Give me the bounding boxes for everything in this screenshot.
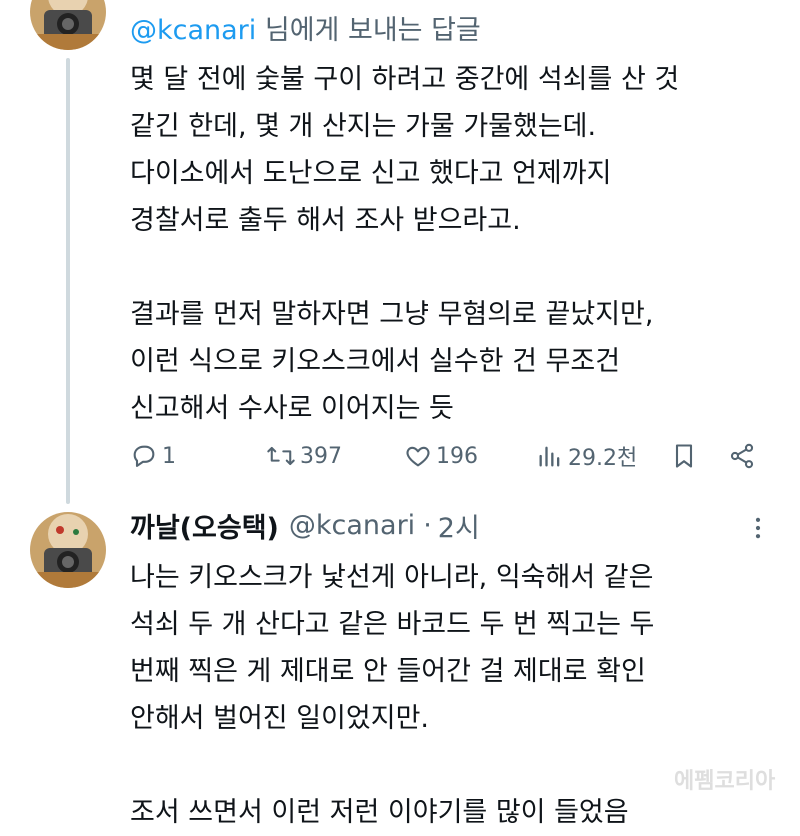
tweet-header: 까날(오승택) @kcanari · 2시 [130, 506, 480, 545]
retweet-count: 397 [300, 443, 342, 469]
bookmark-button[interactable] [670, 436, 698, 476]
reply-to-handle[interactable]: @kcanari [130, 15, 256, 46]
thread-connector-line [66, 58, 70, 504]
avatar[interactable] [30, 512, 106, 588]
user-handle[interactable]: @kcanari [289, 510, 415, 541]
avatar-image [30, 0, 106, 50]
reply-icon [133, 445, 155, 467]
views-button[interactable]: 29.2천 [536, 436, 637, 476]
like-icon [406, 446, 430, 467]
reply-to-suffix: 님에게 보내는 답글 [256, 15, 481, 46]
reply-count: 1 [162, 443, 176, 469]
retweet-icon [267, 446, 295, 466]
views-count: 29.2천 [568, 446, 638, 471]
reply-button[interactable]: 1 [130, 436, 176, 476]
tweet-text: 몇 달 전에 숯불 구이 하려고 중간에 석쇠를 산 것 같긴 한데, 몇 개 … [130, 64, 680, 424]
views-icon [539, 446, 560, 467]
avatar-image [30, 512, 106, 588]
bookmark-icon [675, 444, 693, 468]
avatar[interactable] [30, 0, 106, 50]
watermark: 에펨코리아 [674, 769, 776, 794]
like-count: 196 [436, 443, 478, 469]
tweet-action-bar: 1 397 196 29.2천 [130, 436, 760, 476]
share-icon [730, 443, 754, 469]
like-button[interactable]: 196 [404, 436, 478, 476]
meta-separator: · [423, 510, 432, 541]
share-button[interactable] [728, 436, 756, 476]
tweet-timestamp[interactable]: 2시 [438, 506, 480, 545]
more-icon[interactable] [744, 514, 772, 542]
retweet-button[interactable]: 397 [266, 436, 342, 476]
reply-to-line: @kcanari 님에게 보내는 답글 [130, 8, 481, 47]
display-name[interactable]: 까날(오승택) [130, 506, 279, 545]
